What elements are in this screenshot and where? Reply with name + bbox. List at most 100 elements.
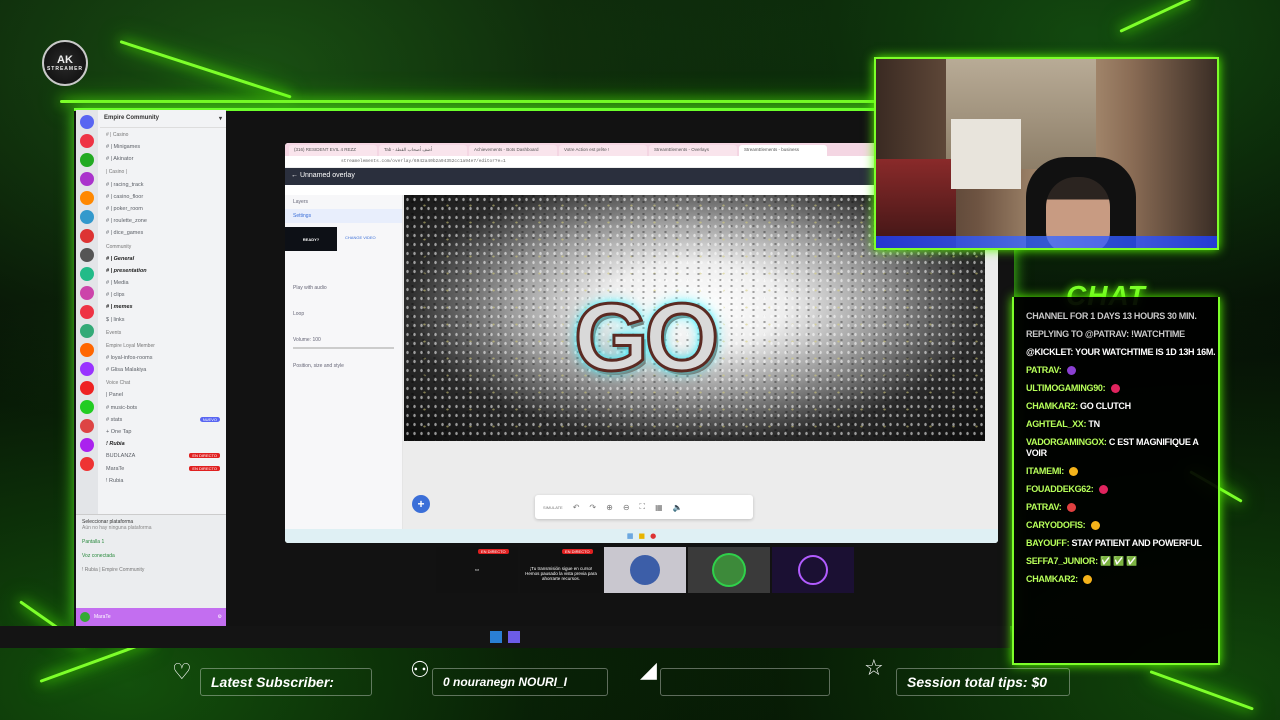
channel-item[interactable]: # loyal-infos-rooms [100,352,226,364]
browser-tab[interactable]: StreamElements - business [739,145,827,156]
browser-tab[interactable]: Votre Action est prête ! [559,145,647,156]
play-audio-toggle[interactable]: Play with audio [285,281,402,295]
server-icon[interactable] [80,248,94,262]
user-tile[interactable] [688,547,770,593]
user-tile[interactable] [604,547,686,593]
zoom-out-icon[interactable]: ⊖ [623,503,630,512]
channel-item[interactable]: # | roulette_zone [100,215,226,227]
server-icon[interactable] [80,438,94,452]
channel-item[interactable]: # music-bots [100,402,226,414]
server-icon[interactable] [80,210,94,224]
server-icon[interactable] [80,172,94,186]
chat-username[interactable]: CHAMKAR2: [1026,401,1078,411]
avatar[interactable] [80,612,90,622]
chat-username[interactable]: BAYOUFF: [1026,538,1070,548]
channel-item[interactable]: # | presentation [100,265,226,277]
channel-item[interactable]: | Panel [100,389,226,401]
channel-item[interactable]: # | memes [100,301,226,313]
loop-checkbox[interactable]: Loop [285,307,402,321]
channel-item[interactable]: # | General [100,253,226,265]
user-tile[interactable] [772,547,854,593]
server-icon[interactable] [80,115,94,129]
browser-tab[interactable]: Tab - أضف أصحاب القطة [379,145,467,156]
platform-select[interactable]: Seleccionar plataforma Aún no hay ningun… [76,515,226,535]
channel-category[interactable]: Empire Loyal Member [100,339,226,352]
back-arrow-icon[interactable]: ← [291,172,298,179]
server-icon[interactable] [80,191,94,205]
channel-category[interactable]: # | Casino [100,128,226,141]
discord-icon[interactable] [508,631,520,643]
redo-icon[interactable]: ↷ [589,503,596,512]
settings-item[interactable]: Settings [285,209,402,223]
server-icon[interactable] [80,267,94,281]
chat-username[interactable]: SEFFA7_JUNIOR: [1026,556,1098,566]
server-icon[interactable] [80,362,94,376]
channel-item[interactable]: MaraTe EN DIRECTO [100,463,226,475]
change-video-button[interactable]: CHANGE VIDEO [345,235,376,240]
bell-icon[interactable]: ▾ [219,115,222,122]
server-icon[interactable] [80,324,94,338]
server-icon[interactable] [80,229,94,243]
chat-username[interactable]: FOUADDEKG62: [1026,484,1094,494]
server-icon[interactable] [80,134,94,148]
zoom-in-icon[interactable]: ⊕ [606,503,613,512]
position-section[interactable]: Position, size and style [285,359,402,373]
stream-tile[interactable]: EN DIRECTO ¡Tu transmisión sigue en curs… [520,547,602,593]
chat-username[interactable]: ITAMEMI: [1026,466,1064,476]
chat-username[interactable]: CARYODOFIS: [1026,520,1086,530]
layers-item[interactable]: Layers [285,195,402,209]
server-icon[interactable] [80,286,94,300]
channel-item[interactable]: # | poker_room [100,203,226,215]
folder-icon[interactable]: ■ [638,532,645,540]
server-icon[interactable] [80,343,94,357]
channel-item[interactable]: # | Media [100,277,226,289]
server-icon[interactable] [80,305,94,319]
channel-category[interactable]: | Casino | [100,165,226,178]
channel-item[interactable]: # stats NUEVO [100,414,226,426]
stream-tile[interactable]: EN DIRECTO ▭ [436,547,518,593]
channel-item[interactable]: ! Rubia [100,438,226,450]
grid-icon[interactable]: ▦ [655,503,663,512]
channel-item[interactable]: # Glisa Malakiya [100,364,226,376]
channel-item[interactable]: + One Tap [100,426,226,438]
chrome-icon[interactable]: ● [650,532,656,540]
browser-tab[interactable]: Achievements - Bots Dashboard [469,145,557,156]
volume-slider[interactable] [293,347,394,349]
server-icon[interactable] [80,153,94,167]
channel-item[interactable]: # | clips [100,289,226,301]
channel-category[interactable]: Community [100,240,226,253]
chat-username[interactable]: PATRAV: [1026,502,1062,512]
channel-item[interactable]: BUDLANZA EN DIRECTO [100,450,226,462]
server-icon[interactable] [80,457,94,471]
browser-tab[interactable]: StreamElements - Overlays [649,145,737,156]
windows-icon[interactable] [490,631,502,643]
chat-username[interactable]: VADORGAMINGOX: [1026,437,1107,447]
channel-item[interactable]: ! Rubia [100,475,226,487]
channel-category[interactable]: Events [100,326,226,339]
chat-username[interactable]: CHAMKAR2: [1026,574,1078,584]
chat-username[interactable]: AGHTEAL_XX: [1026,419,1087,429]
channel-item[interactable]: # | dice_games [100,227,226,239]
channel-item[interactable]: # | casino_floor [100,191,226,203]
server-icon[interactable] [80,400,94,414]
add-widget-button[interactable]: + [412,495,430,513]
windows-icon[interactable]: ▦ [627,532,634,540]
chat-username[interactable]: PATRAV: [1026,365,1062,375]
gear-icon[interactable]: ⚙ [218,614,222,620]
simulate-button[interactable]: SIMULATE [543,505,563,510]
server-icon[interactable] [80,419,94,433]
server-icon[interactable] [80,381,94,395]
channel-category[interactable]: Voice Chat [100,376,226,389]
chat-username[interactable]: ULTIMOGAMING90: [1026,383,1106,393]
undo-icon[interactable]: ↶ [573,503,580,512]
channel-item[interactable]: # | Minigames [100,141,226,153]
speaker-icon[interactable]: 🔈 [673,503,683,512]
fit-icon[interactable]: ⛶ [640,502,646,512]
channel-item[interactable]: $ | links [100,314,226,326]
browser-tab[interactable]: (316) RESIDENT EVIL 4 REZZ [289,145,377,156]
channel-item[interactable]: # | Akinator [100,153,226,165]
screen-share-item[interactable]: Pantalla 1 [76,535,226,549]
video-thumbnail[interactable]: READY? [285,227,337,251]
server-header[interactable]: Empire Community ▾ [100,110,226,128]
channel-item[interactable]: # | racing_track [100,179,226,191]
